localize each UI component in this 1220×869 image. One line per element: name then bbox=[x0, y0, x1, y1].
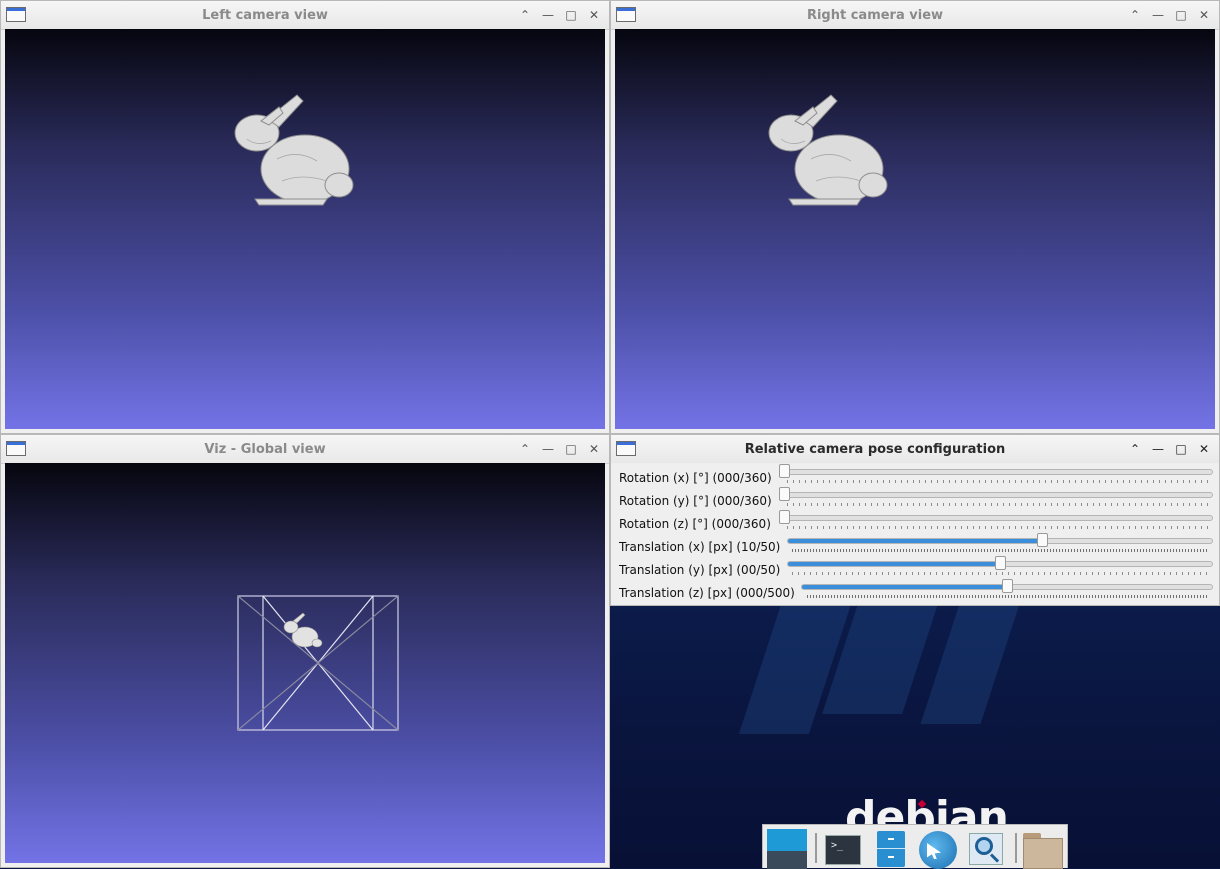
left-camera-window: Left camera view ⌃ — □ ✕ bbox=[0, 0, 610, 434]
web-browser-icon[interactable] bbox=[917, 829, 957, 869]
slider-label: Rotation (z) [°] (000/360) bbox=[619, 517, 771, 531]
minimize-button[interactable]: — bbox=[539, 6, 557, 24]
rotation-y-slider[interactable] bbox=[779, 487, 1213, 501]
rotation-x-slider[interactable] bbox=[779, 464, 1213, 478]
window-title: Relative camera pose configuration bbox=[744, 442, 1006, 457]
window-title: Left camera view bbox=[202, 8, 328, 23]
shade-button[interactable]: ⌃ bbox=[516, 6, 534, 24]
minimize-button[interactable]: — bbox=[1149, 440, 1167, 458]
search-icon[interactable] bbox=[967, 829, 1007, 869]
close-button[interactable]: ✕ bbox=[585, 440, 603, 458]
slider-ticks bbox=[787, 503, 1209, 506]
slider-handle[interactable] bbox=[995, 556, 1006, 570]
slider-handle[interactable] bbox=[779, 464, 790, 478]
bunny-model bbox=[768, 94, 888, 206]
terminal-icon[interactable]: >_ bbox=[823, 829, 863, 869]
rotation-z-slider[interactable] bbox=[779, 510, 1213, 524]
window-menu-icon[interactable] bbox=[616, 7, 636, 22]
slider-handle[interactable] bbox=[779, 510, 790, 524]
slider-label: Rotation (y) [°] (000/360) bbox=[619, 494, 772, 508]
camera-frustum-wireframe bbox=[237, 595, 399, 731]
titlebar[interactable]: Viz - Global view ⌃ — □ ✕ bbox=[1, 435, 609, 464]
window-menu-icon[interactable] bbox=[616, 441, 636, 456]
close-button[interactable]: ✕ bbox=[1195, 440, 1213, 458]
translation-z-slider[interactable] bbox=[801, 579, 1213, 593]
window-menu-icon[interactable] bbox=[6, 441, 26, 456]
slider-label: Translation (z) [px] (000/500) bbox=[619, 586, 795, 600]
close-button[interactable]: ✕ bbox=[585, 6, 603, 24]
slider-row-translation-z: Translation (z) [px] (000/500) bbox=[619, 579, 1213, 603]
translation-y-slider[interactable] bbox=[787, 556, 1213, 570]
slider-panel: Rotation (x) [°] (000/360) Rotation (y) … bbox=[611, 463, 1219, 605]
slider-ticks bbox=[787, 480, 1209, 483]
workspace-switcher-icon[interactable] bbox=[767, 829, 807, 869]
titlebar[interactable]: Left camera view ⌃ — □ ✕ bbox=[1, 1, 609, 30]
slider-row-rotation-z: Rotation (z) [°] (000/360) bbox=[619, 510, 1213, 534]
dock-separator bbox=[1015, 833, 1017, 863]
slider-row-rotation-y: Rotation (y) [°] (000/360) bbox=[619, 487, 1213, 511]
3d-viewport[interactable] bbox=[615, 29, 1215, 429]
maximize-button[interactable]: □ bbox=[562, 6, 580, 24]
dock-separator bbox=[815, 833, 817, 863]
slider-handle[interactable] bbox=[1037, 533, 1049, 547]
shade-button[interactable]: ⌃ bbox=[516, 440, 534, 458]
titlebar[interactable]: Relative camera pose configuration ⌃ — □… bbox=[611, 435, 1219, 464]
3d-viewport[interactable] bbox=[5, 463, 605, 863]
shade-button[interactable]: ⌃ bbox=[1126, 6, 1144, 24]
right-camera-window: Right camera view ⌃ — □ ✕ bbox=[610, 0, 1220, 434]
slider-ticks bbox=[807, 595, 1209, 598]
slider-label: Rotation (x) [°] (000/360) bbox=[619, 471, 772, 485]
slider-handle[interactable] bbox=[779, 487, 790, 501]
slider-ticks bbox=[792, 549, 1209, 552]
slider-label: Translation (y) [px] (00/50) bbox=[619, 563, 781, 577]
slider-ticks bbox=[792, 572, 1209, 575]
shade-button[interactable]: ⌃ bbox=[1126, 440, 1144, 458]
slider-handle[interactable] bbox=[1002, 579, 1013, 593]
3d-viewport[interactable] bbox=[5, 29, 605, 429]
file-manager-icon[interactable] bbox=[871, 829, 911, 869]
close-button[interactable]: ✕ bbox=[1195, 6, 1213, 24]
slider-row-rotation-x: Rotation (x) [°] (000/360) bbox=[619, 464, 1213, 488]
dock-panel: >_ bbox=[762, 824, 1068, 869]
translation-x-slider[interactable] bbox=[787, 533, 1213, 547]
slider-row-translation-y: Translation (y) [px] (00/50) bbox=[619, 556, 1213, 580]
titlebar[interactable]: Right camera view ⌃ — □ ✕ bbox=[611, 1, 1219, 30]
window-menu-icon[interactable] bbox=[6, 7, 26, 22]
minimize-button[interactable]: — bbox=[539, 440, 557, 458]
slider-ticks bbox=[787, 526, 1209, 529]
window-title: Viz - Global view bbox=[204, 442, 326, 457]
slider-row-translation-x: Translation (x) [px] (10/50) bbox=[619, 533, 1213, 557]
maximize-button[interactable]: □ bbox=[1172, 6, 1190, 24]
minimize-button[interactable]: — bbox=[1149, 6, 1167, 24]
maximize-button[interactable]: □ bbox=[1172, 440, 1190, 458]
camera-pose-config-window: Relative camera pose configuration ⌃ — □… bbox=[610, 434, 1220, 606]
bunny-model bbox=[234, 94, 354, 206]
folder-icon[interactable] bbox=[1023, 829, 1063, 869]
window-title: Right camera view bbox=[806, 8, 944, 23]
global-view-window: Viz - Global view ⌃ — □ ✕ bbox=[0, 434, 610, 868]
slider-label: Translation (x) [px] (10/50) bbox=[619, 540, 781, 554]
maximize-button[interactable]: □ bbox=[562, 440, 580, 458]
